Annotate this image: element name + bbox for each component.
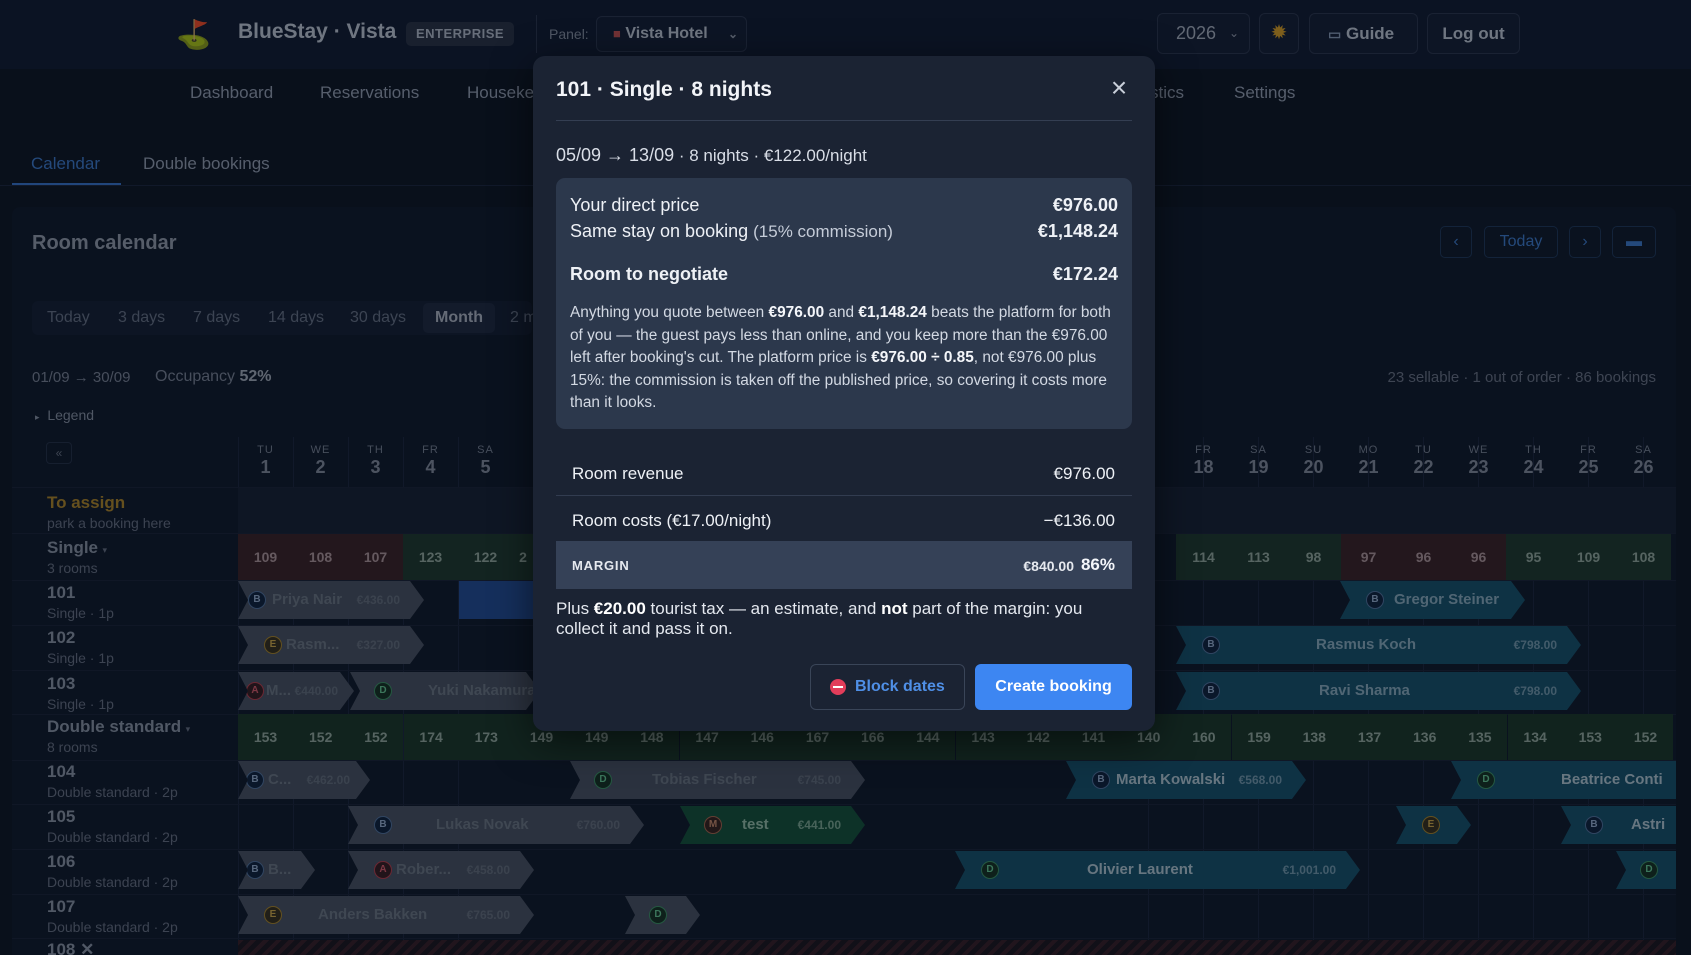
negotiate-value: €172.24 [1052,264,1118,284]
costs-value: −€136.00 [1043,511,1115,530]
row-divider [556,495,1132,496]
booking-price-text: Same stay on booking [570,221,749,241]
booking-quote-modal: 101 · Single · 8 nights × 05/09 → 13/09 … [533,56,1155,731]
tourist-tax-note: Plus €20.00 tourist tax — an estimate, a… [556,599,1116,639]
modal-divider [556,120,1132,121]
margin-label: MARGIN [572,558,630,573]
direct-price-label: Your direct price [570,195,700,215]
margin-value: €840.00 [1023,558,1074,574]
margin-row: MARGIN €840.00 86% [556,541,1132,589]
margin-percent: 86% [1080,555,1115,574]
costs-text: Room costs [572,511,662,530]
revenue-row: Room revenue €976.00 [556,450,1132,496]
no-entry-icon [830,679,846,695]
tax-part: Plus [556,599,594,618]
block-dates-label: Block dates [855,678,945,695]
modal-title: 101 · Single · 8 nights [556,78,772,101]
costs-label: Room costs (€17.00/night) [572,511,771,531]
booking-price-label: Same stay on booking (15% commission) [570,221,893,242]
explain-max-price: €1,148.24 [858,304,927,321]
explain-part: Anything you quote between [570,304,769,321]
stay-summary: 05/09 → 13/09 · 8 nights · €122.00/night [556,145,867,166]
costs-detail: (€17.00/night) [666,511,772,530]
stay-details: · 8 nights · €122.00/night [674,146,867,165]
revenue-value: €976.00 [1053,464,1115,483]
stay-dates: 05/09 → 13/09 [556,145,675,165]
negotiate-label: Room to negotiate [570,264,728,284]
commission-note: (15% commission) [753,222,893,241]
tax-emphasis: not [881,599,908,618]
negotiation-explanation: Anything you quote between €976.00 and €… [570,302,1118,415]
block-dates-button[interactable]: Block dates [810,664,965,710]
direct-price-value: €976.00 [1052,195,1118,215]
tax-part: tourist tax — an estimate, and [645,599,882,618]
costs-row: Room costs (€17.00/night) −€136.00 [556,497,1132,543]
revenue-label: Room revenue [572,464,684,483]
negotiation-panel: Your direct price €976.00 Same stay on b… [556,178,1132,429]
booking-price-value: €1,148.24 [1037,221,1118,241]
close-icon[interactable]: × [1104,74,1134,104]
create-booking-button[interactable]: Create booking [975,664,1132,710]
explain-part: and [824,304,859,321]
explain-formula: €976.00 ÷ 0.85 [871,349,974,366]
tax-amount: €20.00 [593,599,646,618]
explain-min-price: €976.00 [768,304,825,321]
